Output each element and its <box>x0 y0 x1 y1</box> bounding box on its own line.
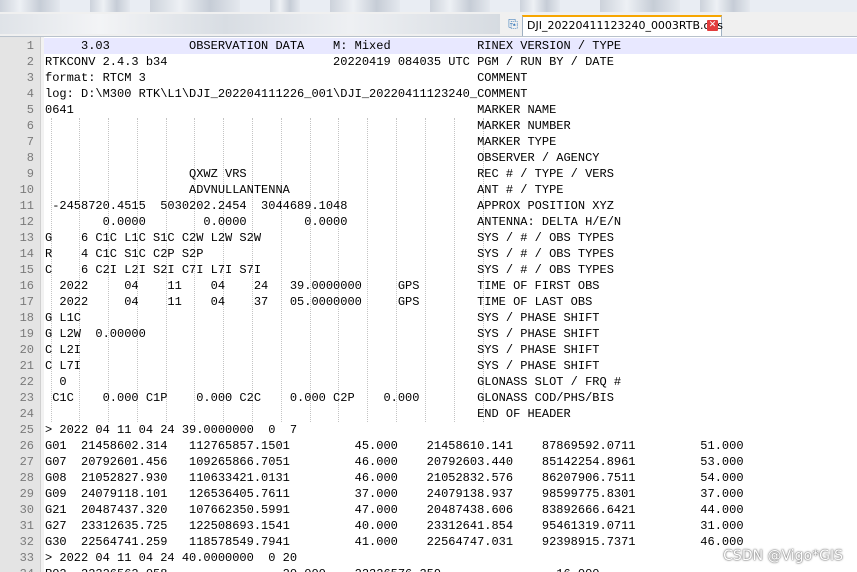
line-number: 23 <box>19 391 34 405</box>
text-line[interactable]: G07 20792601.456 109265866.7051 46.000 2… <box>45 454 744 470</box>
text-line[interactable]: QXWZ VRS REC # / TYPE / VERS <box>45 166 614 182</box>
toolbar-blur-block <box>90 0 130 12</box>
toolbar-blur-block <box>330 0 400 12</box>
line-number: 22 <box>19 375 34 389</box>
text-line[interactable]: > 2022 04 11 04 24 39.0000000 0 7 <box>45 422 297 438</box>
line-number: 6 <box>26 119 34 133</box>
blurred-tabs <box>0 14 500 34</box>
text-line[interactable]: G08 21052827.930 110633421.0131 46.000 2… <box>45 470 744 486</box>
line-number: 26 <box>19 439 34 453</box>
line-number: 21 <box>19 359 34 373</box>
close-icon[interactable]: ✕ <box>707 20 718 31</box>
text-line[interactable]: G01 21458602.314 112765857.1501 45.000 2… <box>45 438 744 454</box>
text-line[interactable]: MARKER NUMBER <box>45 118 571 134</box>
text-line[interactable]: C1C 0.000 C1P 0.000 C2C 0.000 C2P 0.000 … <box>45 390 614 406</box>
toolbar-blur-block <box>700 0 750 12</box>
tab-filename: DJI_20220411123240_0003RTB.obs <box>527 19 723 32</box>
line-number: 32 <box>19 535 34 549</box>
text-line[interactable]: R02 22326562.058 20.000 22326576.359 16.… <box>45 566 600 572</box>
text-line[interactable]: OBSERVER / AGENCY <box>45 150 599 166</box>
text-line[interactable]: G09 24079118.101 126536405.7611 37.000 2… <box>45 486 744 502</box>
text-line[interactable]: 0 GLONASS SLOT / FRQ # <box>45 374 621 390</box>
line-number: 33 <box>19 551 34 565</box>
line-number: 30 <box>19 503 34 517</box>
line-number: 27 <box>19 455 34 469</box>
line-number: 25 <box>19 423 34 437</box>
text-line[interactable]: MARKER TYPE <box>45 134 556 150</box>
text-line[interactable]: format: RTCM 3 COMMENT <box>45 70 527 86</box>
watermark: CSDN @Vigo*GIS <box>723 548 843 564</box>
line-number: 4 <box>26 87 34 101</box>
text-line[interactable]: 0.0000 0.0000 0.0000 ANTENNA: DELTA H/E/… <box>45 214 621 230</box>
document-map-icon[interactable]: ⎘ <box>505 16 521 32</box>
text-line[interactable]: END OF HEADER <box>45 406 571 422</box>
line-number: 17 <box>19 295 34 309</box>
text-line[interactable]: R 4 C1C S1C C2P S2P SYS / # / OBS TYPES <box>45 246 614 262</box>
toolbar-blur-block <box>270 0 300 12</box>
line-number: 8 <box>26 151 34 165</box>
line-number: 16 <box>19 279 34 293</box>
text-line[interactable]: C L7I SYS / PHASE SHIFT <box>45 358 600 374</box>
line-number-gutter: 1 2 3 4 5 6 7 8 9 10 11 12 13 14 15 16 17 18 19 20 21 22 23 24 2… <box>0 37 41 572</box>
toolbar-blur-block <box>520 0 560 12</box>
line-number: 14 <box>19 247 34 261</box>
line-number: 3 <box>26 71 34 85</box>
toolbar-blur-block <box>150 0 240 12</box>
line-number: 34 <box>0 566 34 572</box>
text-line[interactable]: G21 20487437.320 107662350.5991 47.000 2… <box>45 502 744 518</box>
line-number: 12 <box>19 215 34 229</box>
line-number: 1 <box>26 39 34 53</box>
toolbar-blur-block <box>600 0 680 12</box>
text-line[interactable]: G L1C SYS / PHASE SHIFT <box>45 310 600 326</box>
line-number: 13 <box>19 231 34 245</box>
text-line[interactable]: 0641 MARKER NAME <box>45 102 556 118</box>
fold-margin <box>41 37 44 572</box>
text-line[interactable]: C L2I SYS / PHASE SHIFT <box>45 342 600 358</box>
editor[interactable]: 1 2 3 4 5 6 7 8 9 10 11 12 13 14 15 16 17 18 19 20 21 22 23 24 2… <box>0 37 857 572</box>
text-line[interactable]: C 6 C2I L2I S2I C7I L7I S7I SYS / # / OB… <box>45 262 614 278</box>
line-number: 7 <box>26 135 34 149</box>
line-number: 29 <box>19 487 34 501</box>
text-line[interactable]: ADVNULLANTENNA ANT # / TYPE <box>45 182 563 198</box>
line-number: 9 <box>26 167 34 181</box>
text-line[interactable]: G30 22564741.259 118578549.7941 41.000 2… <box>45 534 744 550</box>
line-number: 31 <box>19 519 34 533</box>
text-line[interactable]: G L2W 0.00000 SYS / PHASE SHIFT <box>45 326 600 342</box>
line-number: 18 <box>19 311 34 325</box>
toolbar-blur-block <box>430 0 490 12</box>
text-line[interactable]: 2022 04 11 04 37 05.0000000 GPS TIME OF … <box>45 294 592 310</box>
text-line[interactable]: G27 23312635.725 122508693.1541 40.000 2… <box>45 518 744 534</box>
text-line[interactable]: log: D:\M300 RTK\L1\DJI_202204111226_001… <box>45 86 527 102</box>
line-number: 19 <box>19 327 34 341</box>
line-number: 24 <box>19 407 34 421</box>
line-number: 10 <box>19 183 34 197</box>
text-line[interactable]: > 2022 04 11 04 24 40.0000000 0 20 <box>45 550 297 566</box>
line-number: 2 <box>26 55 34 69</box>
line-number: 28 <box>19 471 34 485</box>
text-line[interactable]: G 6 C1C L1C S1C C2W L2W S2W SYS / # / OB… <box>45 230 614 246</box>
text-line[interactable]: 3.03 OBSERVATION DATA M: Mixed RINEX VER… <box>44 38 857 54</box>
tab-active-file[interactable]: DJI_20220411123240_0003RTB.obs ✕ <box>522 15 723 36</box>
line-number: 11 <box>19 199 34 213</box>
text-line[interactable]: 2022 04 11 04 24 39.0000000 GPS TIME OF … <box>45 278 599 294</box>
line-number: 20 <box>19 343 34 357</box>
toolbar-blur-block <box>0 0 60 12</box>
text-line[interactable]: -2458720.4515 5030202.2454 3044689.1048 … <box>45 198 614 214</box>
line-number: 15 <box>19 263 34 277</box>
tab-bar: ⎘ DJI_20220411123240_0003RTB.obs ✕ <box>0 12 857 37</box>
text-line[interactable]: RTKCONV 2.4.3 b34 20220419 084035 UTC PG… <box>45 54 614 70</box>
line-number: 5 <box>26 103 34 117</box>
